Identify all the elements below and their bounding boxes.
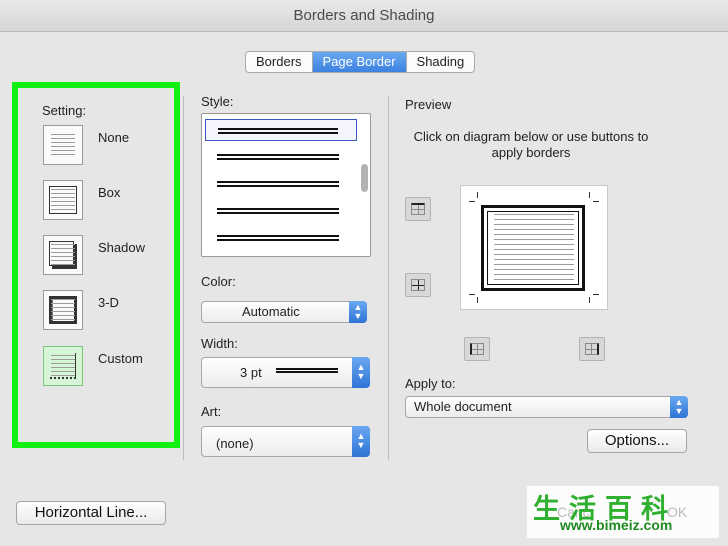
watermark-url: www.bimeiz.com bbox=[560, 517, 673, 533]
tab-borders[interactable]: Borders bbox=[246, 52, 313, 72]
chevron-updown-icon: ▲ ▼ bbox=[352, 426, 370, 457]
setting-custom-label[interactable]: Custom bbox=[98, 351, 143, 366]
style-option-double[interactable] bbox=[205, 227, 357, 249]
color-value: Automatic bbox=[242, 304, 300, 319]
setting-panel: Setting: None Box Shadow 3-D Custom bbox=[12, 82, 180, 448]
width-line-sample bbox=[276, 368, 338, 373]
setting-box-icon[interactable] bbox=[43, 180, 83, 220]
setting-none-label[interactable]: None bbox=[98, 130, 129, 145]
color-label: Color: bbox=[201, 274, 236, 289]
art-value: (none) bbox=[216, 436, 254, 451]
setting-custom-icon[interactable] bbox=[43, 346, 83, 386]
top-border-icon bbox=[411, 203, 425, 215]
left-border-icon bbox=[470, 343, 484, 355]
inside-border-button[interactable] bbox=[405, 273, 431, 297]
setting-label: Setting: bbox=[42, 103, 87, 118]
right-border-icon bbox=[585, 343, 599, 355]
apply-to-label: Apply to: bbox=[405, 376, 456, 391]
style-option-double[interactable] bbox=[205, 146, 357, 168]
setting-shadow-icon[interactable] bbox=[43, 235, 83, 275]
right-border-button[interactable] bbox=[579, 337, 605, 361]
options-button[interactable]: Options... bbox=[587, 429, 687, 453]
preview-instruction: Click on diagram below or use buttons to… bbox=[413, 129, 649, 160]
apply-to-value: Whole document bbox=[414, 399, 512, 414]
window-title: Borders and Shading bbox=[0, 0, 728, 32]
tab-shading[interactable]: Shading bbox=[407, 52, 475, 72]
horizontal-line-button[interactable]: Horizontal Line... bbox=[16, 501, 166, 525]
scroll-thumb[interactable] bbox=[361, 164, 368, 192]
divider bbox=[183, 96, 184, 460]
setting-box-label[interactable]: Box bbox=[98, 185, 120, 200]
color-select[interactable]: Automatic ▲ ▼ bbox=[201, 301, 367, 323]
watermark-logo: Canc OK 生活百科 www.bimeiz.com bbox=[527, 486, 719, 538]
apply-to-select[interactable]: Whole document ▲ ▼ bbox=[405, 396, 688, 418]
setting-3d-label[interactable]: 3-D bbox=[98, 295, 119, 310]
style-option-double[interactable] bbox=[205, 200, 357, 222]
width-label: Width: bbox=[201, 336, 238, 351]
top-border-button[interactable] bbox=[405, 197, 431, 221]
style-option-double[interactable] bbox=[205, 173, 357, 195]
art-label: Art: bbox=[201, 404, 222, 419]
chevron-updown-icon: ▲ ▼ bbox=[349, 301, 367, 323]
divider bbox=[388, 96, 389, 460]
chevron-updown-icon: ▲ ▼ bbox=[352, 357, 370, 388]
art-select[interactable]: (none) ▲ ▼ bbox=[201, 426, 370, 457]
style-label: Style: bbox=[201, 94, 234, 109]
style-list[interactable] bbox=[201, 113, 371, 257]
preview-diagram[interactable] bbox=[460, 185, 608, 310]
preview-label: Preview bbox=[405, 97, 452, 112]
style-scrollbar[interactable] bbox=[358, 116, 368, 254]
inside-border-icon bbox=[411, 279, 425, 291]
style-option-double-selected[interactable] bbox=[205, 119, 357, 141]
left-border-button[interactable] bbox=[464, 337, 490, 361]
setting-3d-icon[interactable] bbox=[43, 290, 83, 330]
setting-none-icon[interactable] bbox=[43, 125, 83, 165]
preview-page bbox=[481, 205, 585, 291]
tab-bar: Borders Page Border Shading bbox=[245, 51, 476, 73]
tab-page-border[interactable]: Page Border bbox=[312, 52, 407, 72]
width-value: 3 pt bbox=[240, 365, 262, 380]
width-select[interactable]: 3 pt ▲ ▼ bbox=[201, 357, 370, 388]
setting-shadow-label[interactable]: Shadow bbox=[98, 240, 145, 255]
chevron-updown-icon: ▲ ▼ bbox=[670, 396, 688, 418]
